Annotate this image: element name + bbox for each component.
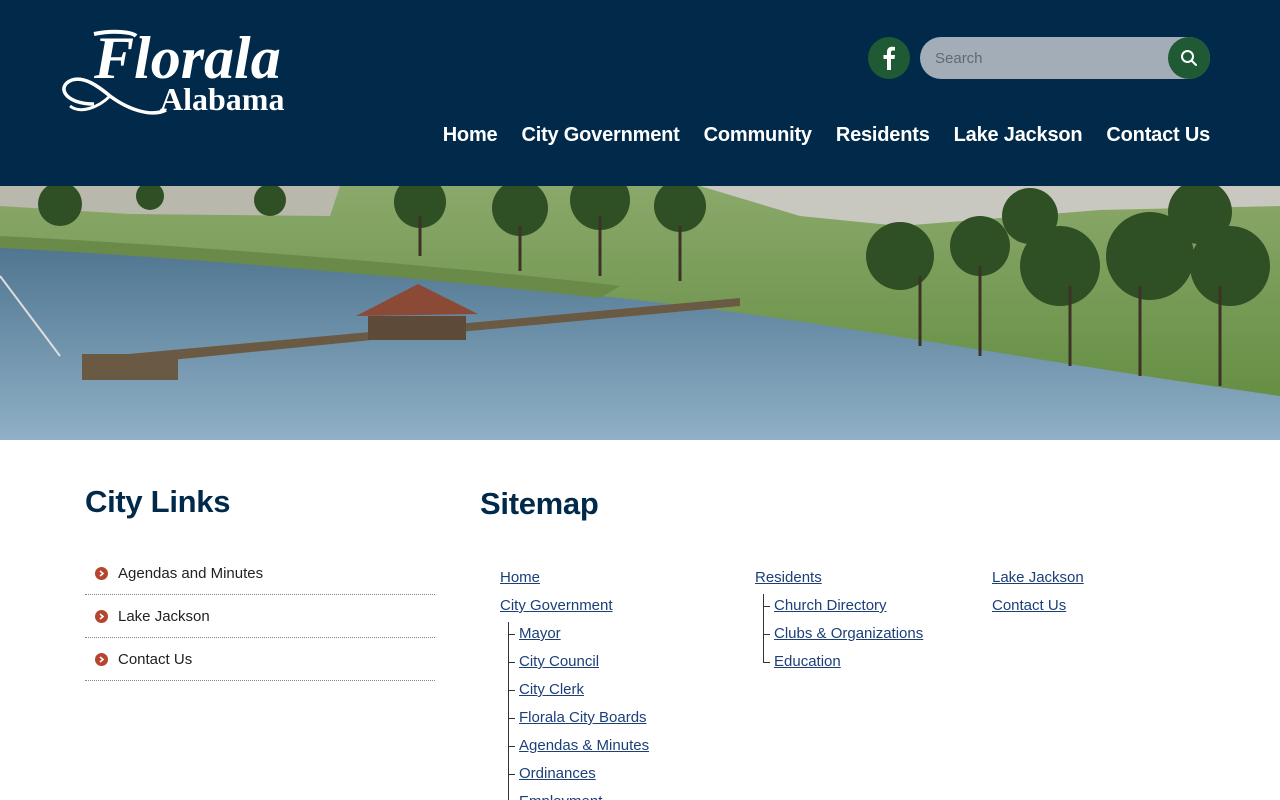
city-links-list: Agendas and Minutes Lake Jackson Contact… <box>85 552 435 681</box>
page-title: Sitemap <box>480 486 599 521</box>
sitemap-link-ordinances[interactable]: Ordinances <box>500 762 649 790</box>
sitemap-link-employment[interactable]: Employment <box>500 790 649 800</box>
sitemap-link-lake-jackson[interactable]: Lake Jackson <box>992 566 1084 594</box>
sitemap-link-clubs-organizations[interactable]: Clubs & Organizations <box>755 622 923 650</box>
sitemap-link-mayor[interactable]: Mayor <box>500 622 649 650</box>
sidebar-item-agendas-and-minutes[interactable]: Agendas and Minutes <box>85 552 435 595</box>
logo-graphic: Florala Alabama <box>62 25 284 117</box>
nav-home[interactable]: Home <box>443 124 498 147</box>
facebook-icon <box>883 46 895 70</box>
sidebar: City Links Agendas and Minutes Lake Jack… <box>85 484 435 681</box>
sitemap-link-city-clerk[interactable]: City Clerk <box>500 678 649 706</box>
nav-residents[interactable]: Residents <box>836 124 930 147</box>
search-input[interactable] <box>920 37 1170 79</box>
search-button[interactable] <box>1168 37 1210 79</box>
nav-contact-us[interactable]: Contact Us <box>1106 124 1210 147</box>
sidebar-item-label: Contact Us <box>118 650 193 668</box>
florala-logo[interactable]: Florala Alabama <box>54 25 294 122</box>
logo-line2: Alabama <box>160 81 284 117</box>
chevron-right-icon <box>95 609 108 623</box>
nav-city-government[interactable]: City Government <box>521 124 679 147</box>
sitemap-link-agendas-minutes[interactable]: Agendas & Minutes <box>500 734 649 762</box>
sitemap-column-1: Home City Government Mayor City Council … <box>500 566 649 800</box>
chevron-right-icon <box>95 652 108 666</box>
sidebar-item-label: Agendas and Minutes <box>118 564 264 582</box>
sitemap-link-florala-city-boards[interactable]: Florala City Boards <box>500 706 649 734</box>
main-content: Sitemap Home City Government Mayor City … <box>480 486 1240 800</box>
sidebar-item-lake-jackson[interactable]: Lake Jackson <box>85 595 435 638</box>
sidebar-title: City Links <box>85 484 231 519</box>
sidebar-item-contact-us[interactable]: Contact Us <box>85 638 435 681</box>
sitemap-link-contact-us[interactable]: Contact Us <box>992 594 1084 622</box>
sitemap-link-home[interactable]: Home <box>500 566 649 594</box>
nav-lake-jackson[interactable]: Lake Jackson <box>954 124 1083 147</box>
hero-banner <box>0 186 1280 440</box>
nav-community[interactable]: Community <box>704 124 812 147</box>
sitemap-link-city-government[interactable]: City Government <box>500 594 649 622</box>
sitemap-link-church-directory[interactable]: Church Directory <box>755 594 923 622</box>
site-header: Florala Alabama Home City Government Com… <box>0 0 1280 186</box>
main-nav: Home City Government Community Residents… <box>443 124 1211 147</box>
chevron-right-icon <box>95 566 108 580</box>
search-box <box>920 37 1210 79</box>
sitemap-link-city-council[interactable]: City Council <box>500 650 649 678</box>
sitemap-column-3: Lake Jackson Contact Us <box>992 566 1084 622</box>
lake-pier-photo <box>0 186 1280 440</box>
facebook-button[interactable] <box>868 37 910 79</box>
search-icon <box>1181 50 1197 66</box>
sitemap-column-2: Residents Church Directory Clubs & Organ… <box>755 566 923 678</box>
sitemap-link-education[interactable]: Education <box>755 650 923 678</box>
sitemap-link-residents[interactable]: Residents <box>755 566 923 594</box>
sidebar-item-label: Lake Jackson <box>118 607 210 625</box>
